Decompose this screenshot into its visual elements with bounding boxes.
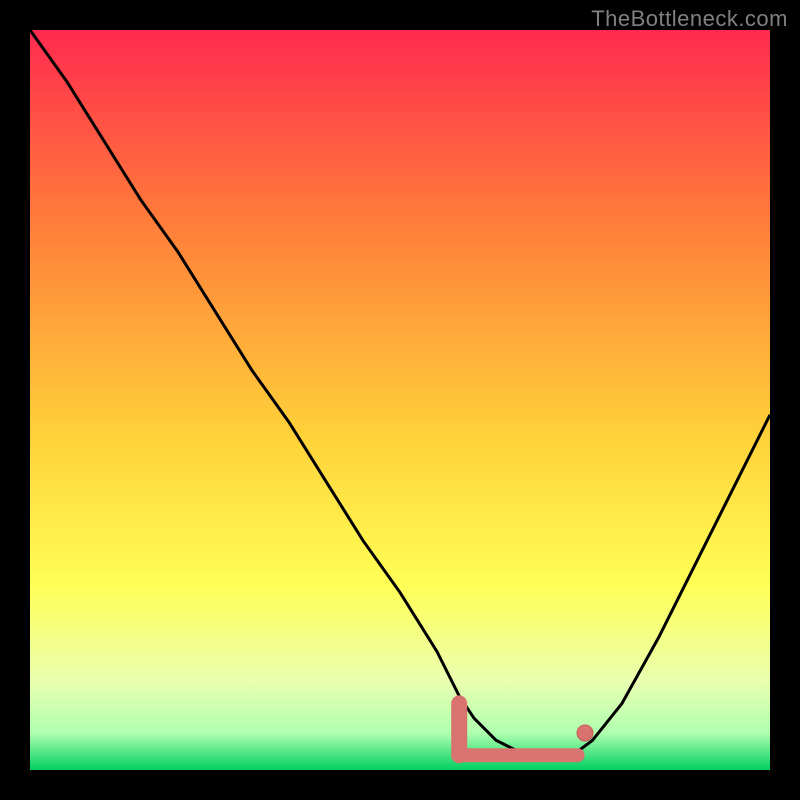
curve-layer [30,30,770,770]
plot-area [30,30,770,770]
chart-frame: TheBottleneck.com [0,0,800,800]
watermark-text: TheBottleneck.com [591,6,788,32]
optimal-region-markers [459,703,593,755]
bottleneck-curve [30,30,770,755]
right-marker-dot [577,725,593,741]
